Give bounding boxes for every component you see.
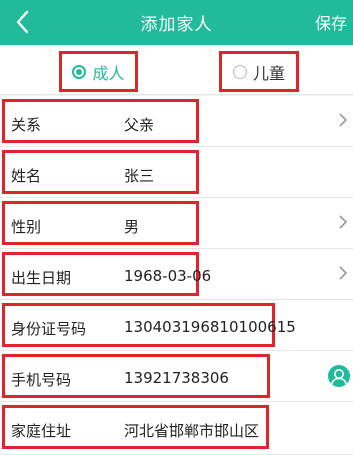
chevron-right-icon[interactable] (338, 112, 348, 128)
gender-value: 男 (124, 218, 140, 236)
birthdate-label: 出生日期 (11, 269, 72, 287)
birthdate-field: 出生日期 1968-03-06 (2, 252, 211, 296)
address-label: 家庭住址 (11, 422, 72, 440)
birthdate-value: 1968-03-06 (124, 267, 212, 285)
radio-unselected-icon (232, 64, 247, 79)
address-value[interactable]: 河北省邯郸市邯山区 (124, 420, 259, 441)
relation-label: 关系 (11, 116, 42, 134)
address-row[interactable]: 家庭住址 河北省邯郸市邯山区 (0, 402, 353, 455)
adult-label: 成人 (92, 63, 125, 83)
id-number-label: 身份证号码 (11, 320, 87, 338)
person-type-selector: 成人 儿童 (0, 45, 353, 95)
child-label: 儿童 (252, 63, 285, 83)
birthdate-row[interactable]: 出生日期 1968-03-06 (0, 249, 353, 300)
radio-selected-icon (72, 64, 87, 79)
id-number-value[interactable]: 130403196810100615 (124, 318, 296, 336)
name-field[interactable]: 姓名 张三 (2, 150, 199, 194)
save-button[interactable]: 保存 (315, 10, 347, 34)
phone-label: 手机号码 (11, 371, 72, 389)
phone-row[interactable]: 手机号码 13921738306 (0, 351, 353, 402)
app-header: 添加家人 保存 (0, 0, 353, 45)
relation-row[interactable]: 关系 父亲 (0, 96, 353, 147)
gender-field: 性别 男 (2, 201, 199, 245)
phone-field[interactable]: 手机号码 13921738306 (2, 354, 270, 398)
relation-field: 关系 父亲 (2, 99, 199, 143)
chevron-right-icon[interactable] (338, 214, 348, 230)
gender-row[interactable]: 性别 男 (0, 198, 353, 249)
page-title: 添加家人 (140, 15, 213, 35)
relation-value: 父亲 (124, 116, 155, 134)
id-number-field[interactable]: 身份证号码 130403196810100615 (2, 303, 296, 347)
name-value[interactable]: 张三 (124, 165, 154, 186)
adult-option[interactable]: 成人 (59, 51, 138, 92)
chevron-right-icon[interactable] (338, 265, 348, 281)
address-field[interactable]: 家庭住址 河北省邯郸市邯山区 (2, 405, 269, 449)
phone-value[interactable]: 13921738306 (124, 369, 229, 387)
id-number-row[interactable]: 身份证号码 130403196810100615 (0, 300, 353, 351)
child-option[interactable]: 儿童 (219, 51, 299, 92)
gender-label: 性别 (11, 218, 42, 236)
contact-person-icon[interactable] (328, 365, 350, 387)
name-row[interactable]: 姓名 张三 (0, 147, 353, 198)
name-label: 姓名 (11, 167, 42, 185)
